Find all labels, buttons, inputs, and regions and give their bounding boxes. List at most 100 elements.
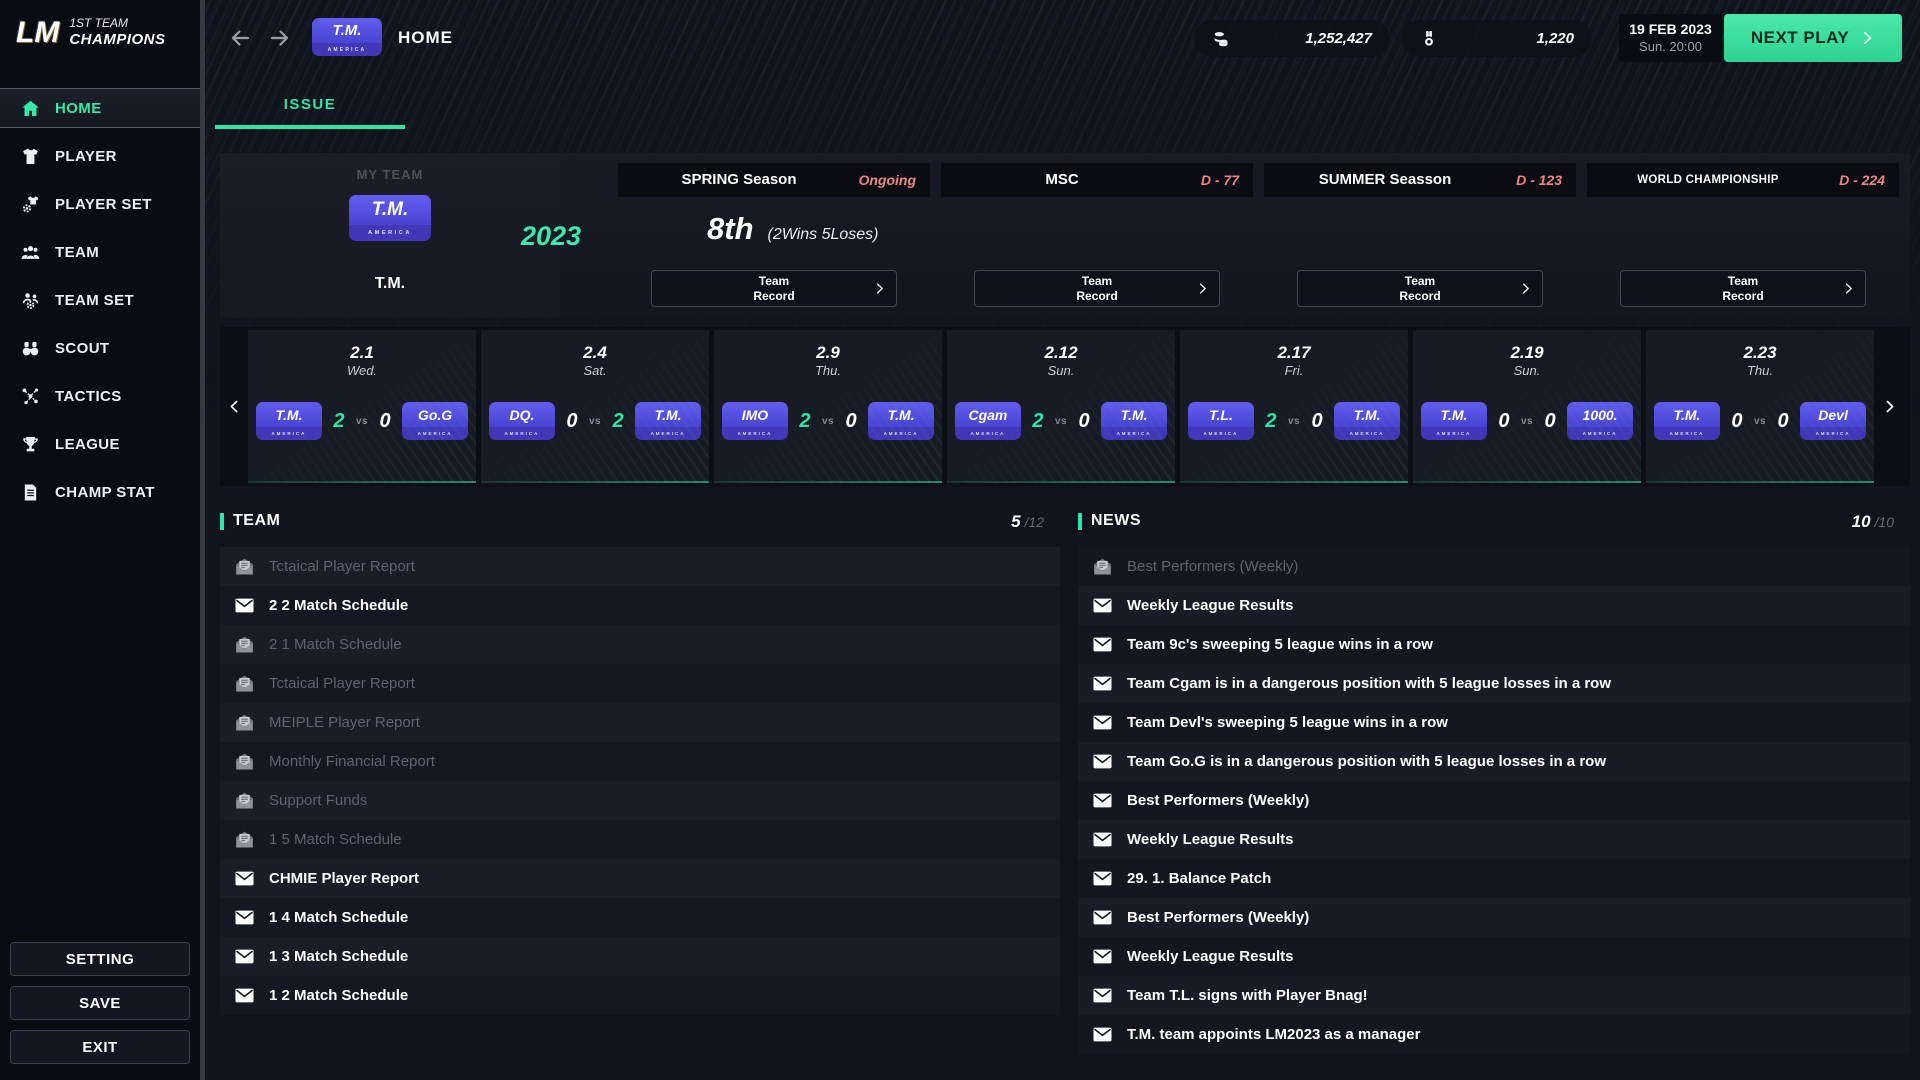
sidebar-item-league[interactable]: LEAGUE: [0, 424, 200, 464]
back-arrow-icon[interactable]: [228, 26, 252, 50]
news-item[interactable]: Team Cgam is in a dangerous position wit…: [1078, 664, 1910, 703]
next-play-label: NEXT PLAY: [1751, 28, 1849, 48]
season-name: MSC: [941, 163, 1183, 197]
mail-item[interactable]: Tctaical Player Report: [220, 664, 1060, 703]
match-card[interactable]: 2.19 Sun. T.M. AMERICA 0 vs 0 1000. AMER…: [1413, 330, 1641, 483]
mail-item[interactable]: Tctaical Player Report: [220, 547, 1060, 586]
mail-item[interactable]: 1 5 Match Schedule: [220, 820, 1060, 859]
mail-item[interactable]: 2 2 Match Schedule: [220, 586, 1060, 625]
news-item[interactable]: Weekly League Results: [1078, 820, 1910, 859]
vs-label: vs: [356, 416, 368, 427]
mail-item-label: 1 2 Match Schedule: [269, 987, 408, 1004]
match-card[interactable]: 2.4 Sat. DQ. AMERICA 0 vs 2 T.M. AMERICA: [481, 330, 709, 483]
team-record-button[interactable]: Team Record: [974, 270, 1220, 307]
team-record-button[interactable]: Team Record: [651, 270, 897, 307]
mail-item[interactable]: Support Funds: [220, 781, 1060, 820]
away-team-region: AMERICA: [868, 427, 934, 440]
sidebar-item-team-set[interactable]: TEAM SET: [0, 280, 200, 320]
coins-icon: [1211, 29, 1231, 49]
match-day: Thu.: [714, 363, 942, 378]
away-team-badge: T.M. AMERICA: [868, 402, 934, 440]
news-item[interactable]: Team Go.G is in a dangerous position wit…: [1078, 742, 1910, 781]
logo-monogram: LM: [16, 16, 59, 50]
match-card[interactable]: 2.12 Sun. Cgam AMERICA 2 vs 0 T.M. AMERI…: [947, 330, 1175, 483]
sidebar-item-home[interactable]: HOME: [0, 88, 200, 128]
mail-icon: [1091, 672, 1114, 695]
news-item-label: Team 9c's sweeping 5 league wins in a ro…: [1127, 636, 1433, 653]
mail-icon: [1091, 945, 1114, 968]
money-value: 1,252,427: [1305, 30, 1372, 47]
next-play-button[interactable]: NEXT PLAY: [1724, 14, 1902, 62]
tab-issue[interactable]: ISSUE: [215, 96, 405, 129]
mail-item-label: Support Funds: [269, 792, 367, 809]
sidebar-item-label: TEAM: [55, 244, 99, 261]
setting-button[interactable]: SETTING: [10, 942, 190, 976]
away-team-region: AMERICA: [1800, 427, 1866, 440]
team-record-button[interactable]: Team Record: [1620, 270, 1866, 307]
sidebar-item-team[interactable]: TEAM: [0, 232, 200, 272]
mail-icon: [1091, 789, 1114, 812]
mail-icon: [233, 555, 256, 578]
news-item-label: Best Performers (Weekly): [1127, 909, 1309, 926]
match-card[interactable]: 2.9 Thu. IMO AMERICA 2 vs 0 T.M. AMERICA: [714, 330, 942, 483]
mail-item[interactable]: MEIPLE Player Report: [220, 703, 1060, 742]
vs-label: vs: [1288, 416, 1300, 427]
mail-item[interactable]: CHMIE Player Report: [220, 859, 1060, 898]
carousel-next-icon[interactable]: [1875, 327, 1903, 486]
home-team-badge: IMO AMERICA: [722, 402, 788, 440]
sidebar-item-label: LEAGUE: [55, 436, 120, 453]
news-total-count: /10: [1875, 514, 1894, 530]
carousel-prev-icon[interactable]: [220, 327, 248, 486]
news-item[interactable]: Team 9c's sweeping 5 league wins in a ro…: [1078, 625, 1910, 664]
mail-item[interactable]: Monthly Financial Report: [220, 742, 1060, 781]
mail-icon: [1091, 711, 1114, 734]
news-item[interactable]: 29. 1. Balance Patch: [1078, 859, 1910, 898]
away-team-badge: Devl AMERICA: [1800, 402, 1866, 440]
team-record-button[interactable]: Team Record: [1297, 270, 1543, 307]
mail-item[interactable]: 2 1 Match Schedule: [220, 625, 1060, 664]
news-item[interactable]: T.M. team appoints LM2023 as a manager: [1078, 1015, 1910, 1054]
away-team-region: AMERICA: [1101, 427, 1167, 440]
mail-icon: [233, 945, 256, 968]
away-team-region: AMERICA: [1334, 427, 1400, 440]
mail-item[interactable]: 1 3 Match Schedule: [220, 937, 1060, 976]
news-item[interactable]: Team T.L. signs with Player Bnag!: [1078, 976, 1910, 1015]
news-item[interactable]: Weekly League Results: [1078, 586, 1910, 625]
sidebar-item-icon: [20, 194, 41, 215]
sidebar-item-label: CHAMP STAT: [55, 484, 155, 501]
mail-item[interactable]: 1 2 Match Schedule: [220, 976, 1060, 1015]
mail-item[interactable]: 1 4 Match Schedule: [220, 898, 1060, 937]
news-item[interactable]: Weekly League Results: [1078, 937, 1910, 976]
home-team-region: AMERICA: [722, 427, 788, 440]
logo-line2: CHAMPIONS: [69, 31, 165, 48]
sidebar: LM 1ST TEAM CHAMPIONS HOME PLAYER: [0, 0, 200, 1080]
home-team-badge: Cgam AMERICA: [955, 402, 1021, 440]
sidebar-item-champ-stat[interactable]: CHAMP STAT: [0, 472, 200, 512]
news-panel-counter: 10 /10: [1852, 512, 1894, 532]
home-team-region: AMERICA: [489, 427, 555, 440]
save-button[interactable]: SAVE: [10, 986, 190, 1020]
news-item[interactable]: Best Performers (Weekly): [1078, 781, 1910, 820]
sidebar-item-icon: [20, 386, 41, 407]
forward-arrow-icon[interactable]: [268, 26, 292, 50]
match-result: T.M. AMERICA 0 vs 0 Devl AMERICA: [1646, 402, 1874, 440]
season-year: 2023: [491, 221, 611, 252]
news-item[interactable]: Best Performers (Weekly): [1078, 898, 1910, 937]
news-item[interactable]: Team Devl's sweeping 5 league wins in a …: [1078, 703, 1910, 742]
sidebar-item-scout[interactable]: SCOUT: [0, 328, 200, 368]
away-team-name: T.M.: [1334, 402, 1400, 427]
sidebar-item-tactics[interactable]: TACTICS: [0, 376, 200, 416]
match-card[interactable]: 2.1 Wed. T.M. AMERICA 2 vs 0 Go.G AMERIC…: [248, 330, 476, 483]
sidebar-item-player[interactable]: PLAYER: [0, 136, 200, 176]
match-result: DQ. AMERICA 0 vs 2 T.M. AMERICA: [481, 402, 709, 440]
news-item[interactable]: Best Performers (Weekly): [1078, 547, 1910, 586]
home-team-region: AMERICA: [1188, 427, 1254, 440]
sidebar-item-icon: [20, 98, 41, 119]
match-day: Sun.: [947, 363, 1175, 378]
sidebar-item-player-set[interactable]: PLAYER SET: [0, 184, 200, 224]
match-card[interactable]: 2.17 Fri. T.L. AMERICA 2 vs 0 T.M. AMERI…: [1180, 330, 1408, 483]
logo-line1: 1ST TEAM: [69, 17, 165, 31]
app-logo: LM 1ST TEAM CHAMPIONS: [16, 16, 166, 50]
match-card[interactable]: 2.23 Thu. T.M. AMERICA 0 vs 0 Devl AMERI…: [1646, 330, 1874, 483]
exit-button[interactable]: EXIT: [10, 1030, 190, 1064]
